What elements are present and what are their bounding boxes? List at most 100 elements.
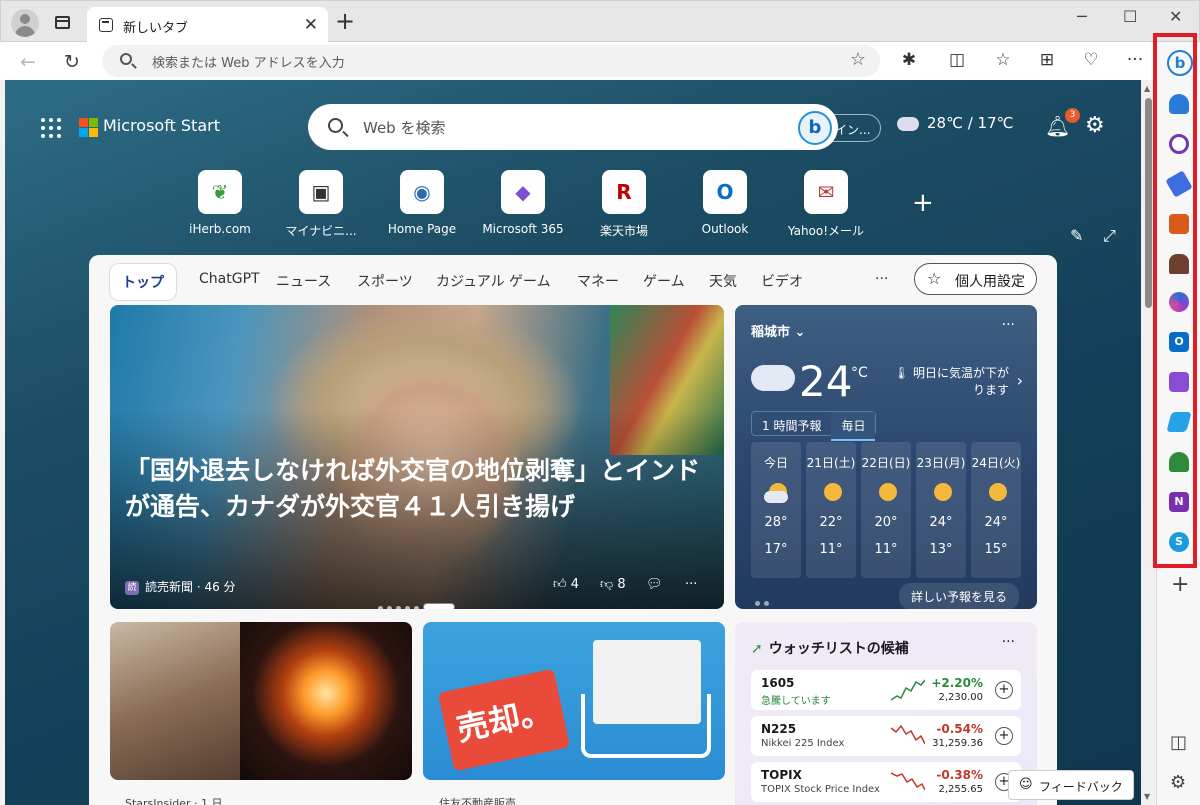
quick-link-microsoft-365[interactable]: ◆ Microsoft 365 (473, 170, 573, 236)
detailed-forecast-button[interactable]: 詳しい予報を見る (899, 583, 1020, 610)
hero-headline[interactable]: 「国外退去しなければ外交官の地位剥奪」とインドが通告、カナダが外交官４１人引き揚… (125, 453, 710, 525)
ad-card-realestate[interactable]: 売却。 (423, 622, 725, 780)
weather-city[interactable]: 稲城市 ⌄ (751, 321, 805, 340)
quick-link-outlook[interactable]: O Outlook (675, 170, 775, 236)
forecast-day[interactable]: 21日(土) 22° 11° (806, 442, 856, 578)
hide-sidebar-icon[interactable]: ◫ (1170, 732, 1187, 753)
quick-link-yahoo-mail[interactable]: ✉ Yahoo!メール (776, 170, 876, 239)
personalize-button[interactable]: ☆ 個人用設定 (914, 263, 1037, 295)
hourly-tab[interactable]: 1 時間予報 (752, 412, 831, 439)
hero-more-icon[interactable]: ··· (685, 577, 697, 592)
favorites-icon[interactable]: ☆ (992, 50, 1014, 70)
add-quick-link-button[interactable]: + (912, 188, 934, 218)
more-icon[interactable]: ··· (1124, 50, 1146, 70)
like-button[interactable]: 👍︎ 4 (553, 577, 579, 592)
tab-new-tab[interactable]: 新しいタブ ✕ (87, 7, 328, 44)
favorite-star-icon[interactable]: ☆ (850, 49, 866, 70)
yahoo-mail-icon: ✉ (804, 170, 848, 214)
weather-temp: 24 (799, 357, 853, 406)
hero-news-card[interactable]: 「国外退去しなければ外交官の地位剥奪」とインドが通告、カナダが外交官４１人引き揚… (110, 305, 724, 609)
back-icon[interactable]: ← (20, 51, 36, 73)
feedback-button[interactable]: ☺ フィードバック (1008, 770, 1134, 800)
add-stock-button[interactable]: + (995, 681, 1013, 699)
browser-essentials-icon[interactable]: ♡ (1080, 50, 1102, 70)
add-sidebar-app-button[interactable]: + (1171, 572, 1189, 597)
new-tab-button[interactable]: + (334, 7, 356, 35)
tabs-more-icon[interactable]: ··· (875, 271, 888, 287)
tab-casual-games[interactable]: カジュアル ゲーム (436, 271, 551, 291)
extensions-icon[interactable]: ✱ (898, 50, 920, 70)
microsoft-logo-icon (79, 118, 99, 138)
forecast-day[interactable]: 24日(火) 24° 15° (971, 442, 1021, 578)
bing-chat-icon[interactable]: b (798, 111, 832, 145)
close-window-icon[interactable]: ✕ (1169, 7, 1182, 26)
weather-carousel-dots[interactable] (755, 591, 773, 610)
forecast-day[interactable]: 23日(月) 24° 13° (916, 442, 966, 578)
app-launcher-icon[interactable] (41, 118, 61, 138)
edit-background-icon[interactable]: ✎ (1070, 226, 1083, 245)
address-bar[interactable]: 検索または Web アドレスを入力 ☆ (102, 45, 880, 77)
stock-row[interactable]: N225 Nikkei 225 Index -0.54% 31,259.36 + (751, 716, 1021, 756)
quick-link-label: マイナビニ... (285, 224, 357, 238)
sparkle-icon: ☆ (927, 269, 942, 288)
sunny-icon (984, 483, 1008, 501)
rakuten-icon: R (602, 170, 646, 214)
trend-icon: ➚ (751, 641, 763, 657)
search-icon (120, 53, 132, 65)
settings-gear-icon[interactable]: ⚙ (1085, 113, 1105, 138)
tab-money[interactable]: マネー (577, 271, 619, 291)
web-search-box[interactable]: Web を検索 b (308, 104, 838, 150)
quick-link-mynavi[interactable]: ▣ マイナビニ... (271, 170, 371, 239)
weather-temps: 28℃ / 17℃ (927, 114, 1014, 132)
weather-alert[interactable]: 🌡 明日に気温が下がります (887, 365, 1009, 399)
collections-icon[interactable]: ⊞ (1036, 50, 1058, 70)
daily-tab[interactable]: 毎日 (831, 412, 876, 441)
forecast-day[interactable]: 今日 28° 17° (751, 442, 801, 578)
weather-more-icon[interactable]: ··· (1002, 317, 1015, 333)
weather-summary[interactable]: 28℃ / 17℃ (895, 110, 1014, 132)
signin-button[interactable]: イン... (831, 114, 881, 142)
reload-icon[interactable]: ↻ (64, 51, 80, 73)
profile-avatar[interactable] (11, 9, 39, 37)
tab-chatgpt[interactable]: ChatGPT (199, 271, 260, 287)
quick-link-home-page[interactable]: ◉ Home Page (372, 170, 472, 236)
carousel-dots[interactable] (378, 596, 455, 609)
news-card-stars[interactable] (110, 622, 412, 780)
news-feed: トップ ChatGPT ニュース スポーツ カジュアル ゲーム マネー ゲーム … (89, 255, 1057, 805)
expand-icon[interactable]: ⤢ (1103, 226, 1116, 246)
forecast-toggle: 1 時間予報 毎日 (751, 411, 877, 441)
watchlist-title: ➚ ウォッチリストの候補 (751, 641, 909, 657)
sidebar-settings-icon[interactable]: ⚙ (1170, 772, 1186, 793)
minimize-icon[interactable]: ─ (1077, 7, 1087, 26)
toolbar: ← ↻ 検索または Web アドレスを入力 ☆ ✱ ◫ ☆ ⊞ ♡ ··· (0, 42, 1200, 80)
address-placeholder: 検索または Web アドレスを入力 (152, 56, 345, 71)
mynavi-icon: ▣ (299, 170, 343, 214)
stock-row[interactable]: TOPIX TOPIX Stock Price Index -0.38% 2,2… (751, 762, 1021, 802)
close-tab-icon[interactable]: ✕ (304, 15, 318, 35)
tab-games[interactable]: ゲーム (643, 271, 685, 291)
tab-weather[interactable]: 天気 (709, 271, 737, 291)
split-screen-icon[interactable]: ◫ (946, 50, 968, 70)
quick-link-iherb[interactable]: ❦ iHerb.com (170, 170, 270, 236)
maximize-icon[interactable]: ☐ (1123, 7, 1137, 26)
quick-link-label: 楽天市場 (599, 224, 648, 238)
chevron-right-icon[interactable]: › (1017, 371, 1023, 390)
forecast-day[interactable]: 22日(日) 20° 11° (861, 442, 911, 578)
tab-video[interactable]: ビデオ (761, 271, 803, 291)
add-stock-button[interactable]: + (995, 727, 1013, 745)
tab-sports[interactable]: スポーツ (357, 271, 413, 291)
tab-actions-icon[interactable] (55, 16, 70, 29)
tab-top[interactable]: トップ (109, 263, 177, 301)
weather-card[interactable]: 稲城市 ⌄ ··· 24 °C 🌡 明日に気温が下がります › 1 時間予報 毎日… (735, 305, 1037, 610)
watchlist-more-icon[interactable]: ··· (1002, 634, 1015, 650)
quick-link-rakuten[interactable]: R 楽天市場 (574, 170, 674, 239)
comment-icon[interactable]: 💬︎ (646, 577, 663, 592)
quick-link-label: Yahoo!メール (787, 224, 865, 238)
stock-row[interactable]: 1605 急騰しています +2.20% 2,230.00 + (751, 670, 1021, 710)
tab-news[interactable]: ニュース (276, 271, 331, 291)
cart-image (581, 694, 711, 758)
feedback-icon: ☺ (1019, 777, 1033, 792)
sparkline-down (891, 772, 925, 791)
tab-strip: 新しいタブ ✕ + ─ ☐ ✕ (0, 0, 1200, 44)
dislike-button[interactable]: 👎︎ 8 (600, 577, 626, 592)
